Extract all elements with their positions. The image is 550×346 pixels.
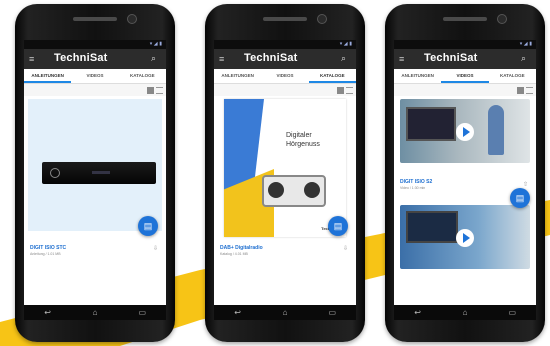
tab-bar: ANLEITUNGEN VIDEOS KATALOGE [24, 69, 166, 84]
tab-bar: ANLEITUNGEN VIDEOS KATALOGE [214, 69, 356, 84]
video-thumbnail-2[interactable] [400, 205, 530, 269]
tab-anleitungen[interactable]: ANLEITUNGEN [214, 69, 261, 83]
tab-kataloge[interactable]: KATALOGE [489, 69, 536, 83]
hamburger-icon[interactable]: ≡ [399, 55, 407, 64]
radio-speaker-right [304, 182, 320, 198]
speaker-grille [443, 17, 487, 21]
tv-image [406, 107, 456, 141]
receiver-image [42, 162, 156, 184]
tab-videos[interactable]: VIDEOS [441, 69, 489, 83]
play-icon[interactable] [456, 229, 474, 247]
back-icon[interactable]: ↩ [410, 308, 426, 317]
radio-image [262, 175, 326, 207]
item-subtitle: Katalog / 4.01 MB [220, 252, 248, 256]
app-bar: ≡ TechniSat ⌕ [394, 49, 536, 69]
item-subtitle: Anleitung / 1.01 MB [30, 252, 61, 256]
hamburger-icon[interactable]: ≡ [29, 55, 37, 64]
tv-image [406, 211, 458, 243]
phone-1-screen: ▾ ◢ ▮ ≡ TechniSat ⌕ ANLEITUNGEN VIDEOS K… [24, 40, 166, 305]
camera-icon [127, 14, 137, 24]
content-area: DIGIT ISIO S2 Video / 1:30 min ⇧ [394, 95, 536, 269]
android-nav-bar: ↩ ⌂ ▭ [24, 305, 166, 320]
item-subtitle: Video / 1:30 min [400, 186, 426, 190]
app-logo: TechniSat [54, 52, 108, 64]
fab-document-button[interactable]: ▤ [138, 216, 158, 236]
presenter-image [488, 105, 504, 155]
poster-headline: Digitaler Hörgenuss [286, 132, 320, 148]
tab-videos[interactable]: VIDEOS [71, 69, 118, 83]
status-bar: ▾ ◢ ▮ [394, 40, 536, 49]
speaker-grille [73, 17, 117, 21]
android-nav-bar: ↩ ⌂ ▭ [394, 305, 536, 320]
tab-bar: ANLEITUNGEN VIDEOS KATALOGE [394, 69, 536, 84]
play-icon[interactable] [456, 123, 474, 141]
list-view-icon[interactable] [346, 87, 353, 94]
search-icon[interactable]: ⌕ [341, 54, 350, 63]
tab-kataloge[interactable]: KATALOGE [308, 69, 356, 83]
status-bar: ▾ ◢ ▮ [24, 40, 166, 49]
search-icon[interactable]: ⌕ [521, 54, 530, 63]
phone-2: ▾ ◢ ▮ ≡ TechniSat ⌕ ANLEITUNGEN VIDEOS K… [205, 4, 365, 342]
product-image[interactable] [28, 99, 162, 231]
list-view-icon[interactable] [156, 87, 163, 94]
tab-videos[interactable]: VIDEOS [261, 69, 308, 83]
speaker-grille [263, 17, 307, 21]
grid-view-icon[interactable] [147, 87, 154, 94]
catalog-cover[interactable]: Digitaler Hörgenuss TechniSat [224, 99, 346, 237]
recents-icon[interactable]: ▭ [504, 308, 520, 317]
home-icon[interactable]: ⌂ [457, 308, 473, 317]
recents-icon[interactable]: ▭ [324, 308, 340, 317]
phone-2-screen: ▾ ◢ ▮ ≡ TechniSat ⌕ ANLEITUNGEN VIDEOS K… [214, 40, 356, 305]
app-bar: ≡ TechniSat ⌕ [24, 49, 166, 69]
camera-icon [497, 14, 507, 24]
app-logo: TechniSat [244, 52, 298, 64]
search-icon[interactable]: ⌕ [151, 54, 160, 63]
status-bar: ▾ ◢ ▮ [214, 40, 356, 49]
item-title[interactable]: DAB+ Digitalradio [220, 245, 263, 251]
download-icon[interactable]: ⇩ [153, 245, 158, 252]
recents-icon[interactable]: ▭ [134, 308, 150, 317]
phone-3-screen: ▾ ◢ ▮ ≡ TechniSat ⌕ ANLEITUNGEN VIDEOS K… [394, 40, 536, 305]
phone-1: ▾ ◢ ▮ ≡ TechniSat ⌕ ANLEITUNGEN VIDEOS K… [15, 4, 175, 342]
radio-speaker-left [268, 182, 284, 198]
back-icon[interactable]: ↩ [40, 308, 56, 317]
receiver-knob [50, 168, 60, 178]
back-icon[interactable]: ↩ [230, 308, 246, 317]
tab-anleitungen[interactable]: ANLEITUNGEN [24, 69, 72, 83]
item-title[interactable]: DIGIT ISIO S2 [400, 179, 432, 185]
phone-3: ▾ ◢ ▮ ≡ TechniSat ⌕ ANLEITUNGEN VIDEOS K… [385, 4, 545, 342]
receiver-display [92, 171, 110, 174]
home-icon[interactable]: ⌂ [87, 308, 103, 317]
camera-icon [317, 14, 327, 24]
video-thumbnail-1[interactable] [400, 99, 530, 163]
hamburger-icon[interactable]: ≡ [219, 55, 227, 64]
app-logo: TechniSat [424, 52, 478, 64]
grid-view-icon[interactable] [337, 87, 344, 94]
grid-view-icon[interactable] [517, 87, 524, 94]
tab-kataloge[interactable]: KATALOGE [119, 69, 166, 83]
item-title[interactable]: DIGIT ISIO STC [30, 245, 66, 251]
app-bar: ≡ TechniSat ⌕ [214, 49, 356, 69]
tab-anleitungen[interactable]: ANLEITUNGEN [394, 69, 441, 83]
fab-document-button[interactable]: ▤ [328, 216, 348, 236]
fab-document-button[interactable]: ▤ [510, 188, 530, 208]
home-icon[interactable]: ⌂ [277, 308, 293, 317]
list-view-icon[interactable] [526, 87, 533, 94]
download-icon[interactable]: ⇩ [343, 245, 348, 252]
share-icon[interactable]: ⇧ [523, 181, 528, 188]
android-nav-bar: ↩ ⌂ ▭ [214, 305, 356, 320]
